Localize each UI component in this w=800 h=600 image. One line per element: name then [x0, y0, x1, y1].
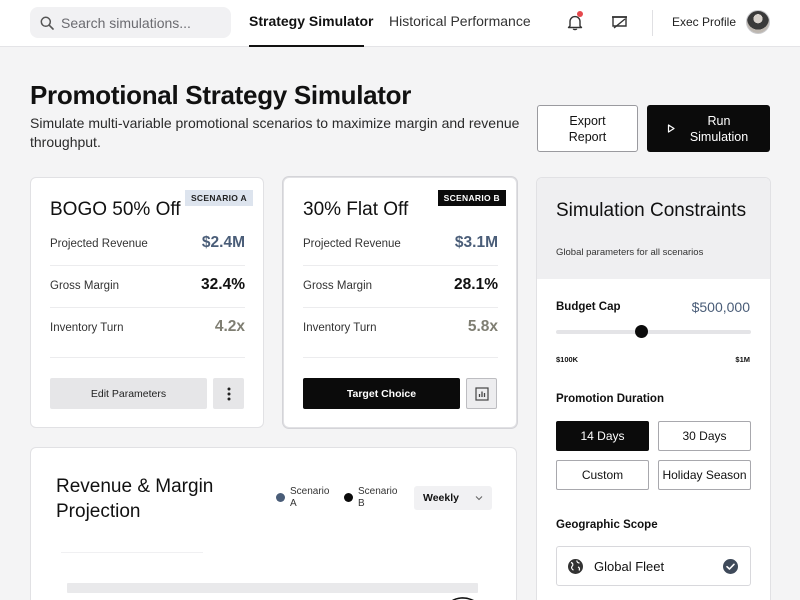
- scenario-title: BOGO 50% Off: [50, 199, 181, 220]
- legend-dot-scenario-a: [276, 493, 285, 502]
- metric-value: $3.1M: [454, 234, 498, 251]
- legend-label-scenario-b: Scenario B: [358, 486, 398, 509]
- budget-min-label: $100K: [556, 355, 579, 364]
- chart-icon: [474, 386, 489, 401]
- constraints-header: Simulation Constraints Global parameters…: [537, 178, 770, 279]
- toolbar-divider: [652, 10, 653, 36]
- search-input[interactable]: [61, 14, 221, 31]
- metric-label: Inventory Turn: [303, 322, 377, 334]
- duration-label: Promotion Duration: [556, 393, 664, 405]
- active-tab-indicator: [249, 45, 364, 47]
- play-icon: [667, 124, 675, 133]
- chart-track: [67, 583, 478, 593]
- duration-14-days[interactable]: 14 Days: [556, 421, 649, 451]
- page-subtitle: Simulate multi-variable promotional scen…: [30, 115, 520, 150]
- more-vertical-icon: [227, 387, 230, 400]
- metric-label: Gross Margin: [303, 280, 373, 292]
- scenario-card-a: SCENARIO A BOGO 50% Off Projected Revenu…: [30, 177, 264, 428]
- geo-option-label: Global Fleet: [594, 559, 665, 574]
- notification-dot: [577, 11, 583, 17]
- period-select[interactable]: Weekly: [414, 486, 492, 510]
- metric-row-margin: Gross Margin 32.4%: [50, 266, 245, 308]
- metric-row-inventory: Inventory Turn 4.2x: [50, 308, 245, 358]
- more-options-button[interactable]: [213, 378, 244, 409]
- metric-value: 4.2x: [214, 318, 245, 335]
- metric-value: 5.8x: [467, 318, 498, 335]
- metric-label: Gross Margin: [50, 280, 120, 292]
- edit-parameters-button[interactable]: Edit Parameters: [50, 378, 207, 409]
- avatar[interactable]: [746, 10, 770, 34]
- projection-title: Revenue & Margin Projection: [56, 476, 214, 522]
- globe-icon: [568, 559, 583, 574]
- metric-label: Projected Revenue: [303, 238, 401, 250]
- presentation-button[interactable]: [607, 10, 631, 34]
- duration-custom[interactable]: Custom: [556, 460, 649, 490]
- analytics-button[interactable]: [466, 378, 497, 409]
- metric-value: 32.4%: [201, 276, 245, 293]
- geo-scope-label: Geographic Scope: [556, 519, 658, 531]
- projection-panel: Revenue & Margin Projection Scenario A S…: [30, 447, 517, 600]
- legend-dot-scenario-b: [344, 493, 353, 502]
- search-icon: [40, 16, 54, 30]
- scenario-title: 30% Flat Off: [303, 199, 409, 220]
- metric-value: $2.4M: [201, 234, 245, 251]
- run-simulation-label: Run Simulation: [689, 113, 749, 144]
- metric-row-revenue: Projected Revenue $2.4M: [50, 224, 245, 266]
- target-choice-button[interactable]: Target Choice: [303, 378, 460, 409]
- constraints-subtitle: Global parameters for all scenarios: [556, 247, 704, 258]
- legend-label-scenario-a: Scenario A: [290, 486, 330, 509]
- budget-slider[interactable]: [556, 330, 751, 334]
- metric-value: 28.1%: [454, 276, 498, 293]
- metric-label: Inventory Turn: [50, 322, 124, 334]
- profile-name[interactable]: Exec Profile: [672, 15, 736, 29]
- scenario-card-b: SCENARIO B 30% Flat Off Projected Revenu…: [283, 177, 517, 428]
- chart-curve: [451, 597, 474, 600]
- run-simulation-button[interactable]: Run Simulation: [647, 105, 770, 152]
- metric-row-margin: Gross Margin 28.1%: [303, 266, 498, 308]
- metric-row-inventory: Inventory Turn 5.8x: [303, 308, 498, 358]
- duration-30-days[interactable]: 30 Days: [658, 421, 751, 451]
- top-navigation-bar: Strategy Simulator Historical Performanc…: [0, 0, 800, 47]
- constraints-panel: Simulation Constraints Global parameters…: [536, 177, 771, 600]
- export-report-button[interactable]: Export Report: [537, 105, 638, 152]
- constraints-title: Simulation Constraints: [556, 200, 747, 221]
- duration-holiday-season[interactable]: Holiday Season: [658, 460, 751, 490]
- scenario-badge: SCENARIO B: [437, 190, 506, 206]
- present-icon: [611, 15, 627, 29]
- chart-gridline: [61, 552, 203, 553]
- page-title: Promotional Strategy Simulator: [30, 80, 412, 110]
- search-box[interactable]: [30, 7, 231, 38]
- budget-max-label: $1M: [735, 355, 750, 364]
- notifications-button[interactable]: [563, 10, 587, 34]
- scenario-badge: SCENARIO A: [184, 190, 253, 206]
- geo-option-global-fleet[interactable]: Global Fleet: [556, 546, 751, 586]
- metric-label: Projected Revenue: [50, 238, 148, 250]
- check-circle-icon: [723, 559, 738, 574]
- budget-label: Budget Cap: [556, 301, 621, 313]
- period-select-value: Weekly: [423, 492, 459, 504]
- tab-historical-performance[interactable]: Historical Performance: [389, 13, 531, 29]
- metric-row-revenue: Projected Revenue $3.1M: [303, 224, 498, 266]
- tab-strategy-simulator[interactable]: Strategy Simulator: [249, 13, 373, 29]
- budget-slider-handle[interactable]: [635, 325, 649, 338]
- budget-value: $500,000: [691, 299, 750, 315]
- chevron-down-icon: [475, 496, 483, 501]
